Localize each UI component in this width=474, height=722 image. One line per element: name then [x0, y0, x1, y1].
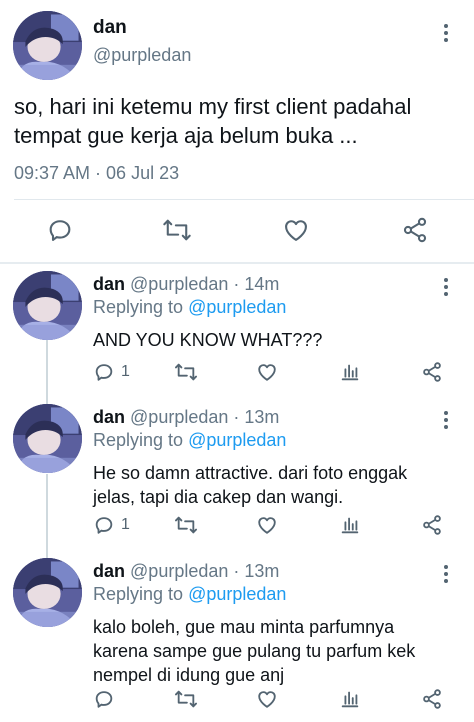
replying-to-link[interactable]: @purpledan: [188, 430, 286, 450]
like-button[interactable]: [256, 361, 278, 383]
author-handle-time[interactable]: @purpledan · 13m: [130, 407, 279, 427]
retweet-icon: [175, 363, 197, 381]
analytics-button[interactable]: [339, 688, 361, 710]
reply-tweet[interactable]: dan @purpledan · 14m Replying to @purple…: [0, 271, 474, 397]
avatar-image: [13, 271, 82, 340]
share-icon: [423, 689, 441, 709]
reply-icon: [95, 691, 113, 708]
like-button[interactable]: [256, 514, 278, 536]
analytics-button[interactable]: [339, 361, 361, 383]
more-options-icon[interactable]: [443, 411, 449, 431]
more-options-icon[interactable]: [443, 278, 449, 298]
like-icon: [258, 691, 276, 708]
author-handle-time[interactable]: @purpledan · 13m: [130, 561, 279, 581]
replying-prefix: Replying to: [93, 297, 184, 317]
tweet-timestamp[interactable]: 09:37 AM · 06 Jul 23: [14, 163, 179, 184]
avatar-image: [13, 404, 82, 473]
avatar[interactable]: [13, 271, 82, 340]
author-name[interactable]: dan: [93, 561, 125, 581]
analytics-button[interactable]: [339, 514, 361, 536]
like-button[interactable]: [256, 688, 278, 710]
divider: [0, 262, 474, 264]
share-button[interactable]: [421, 688, 443, 710]
reply-icon: [49, 220, 71, 241]
author-handle-time[interactable]: @purpledan · 14m: [130, 274, 279, 294]
author-name[interactable]: dan: [93, 274, 125, 294]
reply-button[interactable]: [46, 216, 74, 244]
share-button[interactable]: [401, 216, 429, 244]
share-button[interactable]: [421, 361, 443, 383]
reply-text: He so damn attractive. dari foto enggak …: [93, 463, 408, 507]
reply-button[interactable]: [93, 688, 121, 710]
author-name[interactable]: dan: [93, 17, 127, 39]
replying-prefix: Replying to: [93, 584, 184, 604]
avatar-image: [13, 11, 82, 80]
replying-to: Replying to @purpledan: [93, 297, 286, 318]
reply-text: AND YOU KNOW WHAT???: [93, 330, 323, 350]
main-tweet: dan @purpledan so, hari ini ketemu my fi…: [0, 0, 474, 262]
reply-count: 1: [121, 363, 130, 380]
avatar[interactable]: [13, 404, 82, 473]
analytics-icon: [341, 364, 359, 381]
reply-header: dan @purpledan · 13m: [93, 407, 279, 428]
retweet-button[interactable]: [174, 688, 198, 710]
reply-button[interactable]: 1: [93, 361, 130, 383]
replying-to-link[interactable]: @purpledan: [188, 297, 286, 317]
reply-header: dan @purpledan · 13m: [93, 561, 279, 582]
replying-to-link[interactable]: @purpledan: [188, 584, 286, 604]
analytics-icon: [341, 517, 359, 534]
avatar[interactable]: [13, 558, 82, 627]
retweet-button[interactable]: [174, 514, 198, 536]
reply-icon: [95, 364, 113, 381]
retweet-button[interactable]: [162, 216, 192, 244]
like-button[interactable]: [282, 216, 310, 244]
retweet-icon: [175, 690, 197, 708]
like-icon: [285, 220, 307, 241]
retweet-icon: [175, 516, 197, 534]
like-icon: [258, 364, 276, 381]
share-icon: [423, 515, 441, 535]
share-button[interactable]: [421, 514, 443, 536]
author-handle[interactable]: @purpledan: [93, 45, 191, 66]
tweet-text: so, hari ini ketemu my first client pada…: [14, 94, 412, 148]
replying-to: Replying to @purpledan: [93, 584, 286, 605]
reply-icon: [95, 517, 113, 534]
reply-button[interactable]: 1: [93, 514, 130, 536]
reply-tweet[interactable]: dan @purpledan · 13m Replying to @purple…: [0, 404, 474, 550]
more-options-icon[interactable]: [443, 24, 449, 44]
more-options-icon[interactable]: [443, 565, 449, 585]
share-icon: [403, 217, 427, 243]
replying-prefix: Replying to: [93, 430, 184, 450]
share-icon: [423, 362, 441, 382]
reply-tweet[interactable]: dan @purpledan · 13m Replying to @purple…: [0, 558, 474, 722]
reply-count: 1: [121, 516, 130, 533]
replying-to: Replying to @purpledan: [93, 430, 286, 451]
tweet-actions: [0, 212, 474, 248]
avatar-image: [13, 558, 82, 627]
reply-header: dan @purpledan · 14m: [93, 274, 279, 295]
avatar[interactable]: [13, 11, 82, 80]
retweet-icon: [163, 219, 191, 241]
reply-text: kalo boleh, gue mau minta parfumnya kare…: [93, 617, 416, 685]
author-name[interactable]: dan: [93, 407, 125, 427]
analytics-icon: [341, 691, 359, 708]
divider: [14, 199, 474, 200]
like-icon: [258, 517, 276, 534]
retweet-button[interactable]: [174, 361, 198, 383]
